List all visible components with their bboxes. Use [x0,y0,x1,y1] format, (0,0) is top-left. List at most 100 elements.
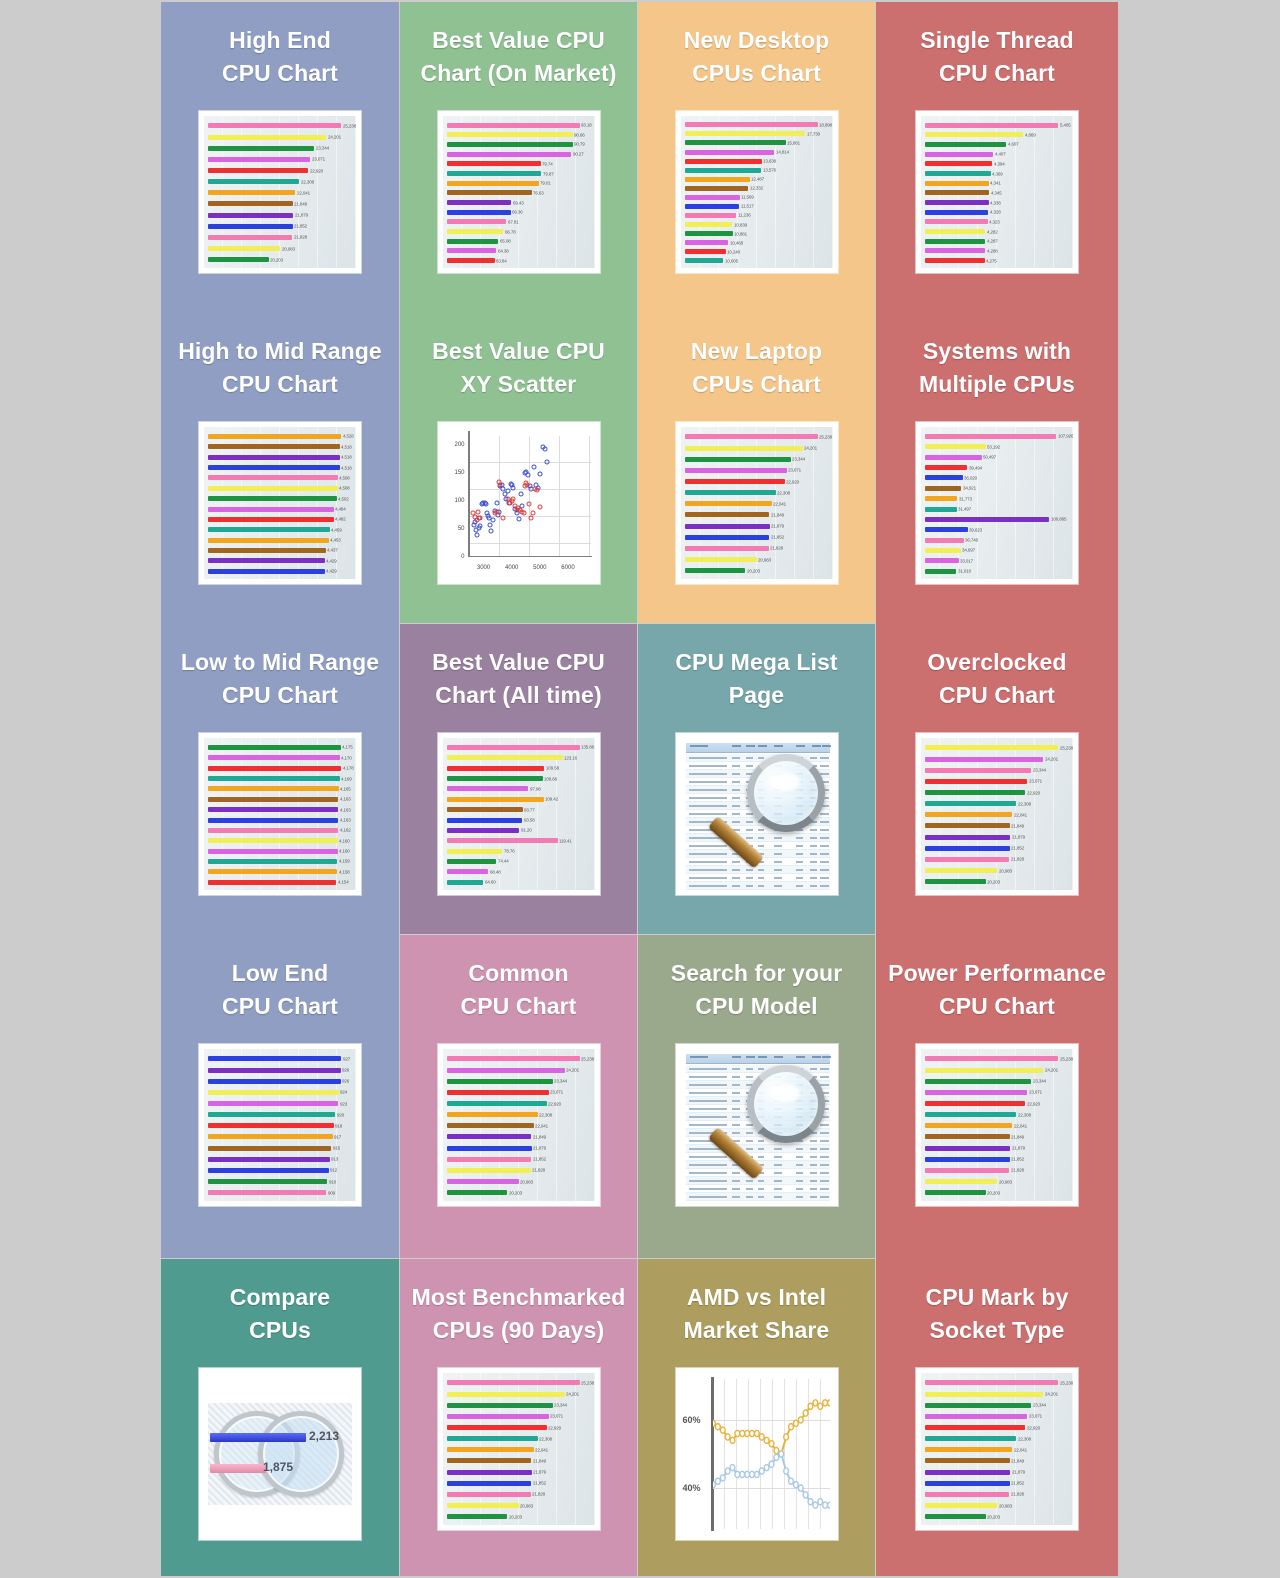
tile-thumbnail-frame[interactable] [675,1044,838,1207]
tile-thumbnail-frame[interactable]: 0 50 100 150 200 3000 4000 5000 6000 [437,422,600,585]
bar [446,1112,538,1118]
tile-thumbnail-frame[interactable]: 4,175 4,170 4,178 4,169 4,165 4,163 4,163 4,163… [199,733,361,896]
tile-search-for-your-cpu-model[interactable]: Search for your CPU Model [638,935,875,1258]
tile-thumbnail-frame[interactable]: 135.86 123.16 109.58 108.66 97.98 109.42 93.77… [437,733,600,896]
table-row [685,818,830,827]
scatter-point [542,446,548,452]
bar [925,1480,1010,1486]
tile-overclocked-cpu-chart[interactable]: Overclocked CPU Chart 25,238 24,201 23,344 2… [876,624,1118,934]
line-marker [798,1485,803,1491]
tile-thumbnail-frame[interactable]: 4,528 4,518 4,518 4,518 4,508 4,508 4,502 4,484… [199,422,361,585]
bar-value-label: 5,405 [1059,122,1071,128]
tile-power-performance-cpu-chart[interactable]: Power Performance CPU Chart 25,238 24,201 2… [876,935,1118,1258]
scatter-point [494,509,500,515]
bar [925,1458,1010,1464]
scatter-point [516,516,522,522]
bar-row: 22,920 [208,165,353,176]
bar [925,778,1028,784]
bar-row: 4,323 [925,217,1070,227]
tile-thumbnail [680,1049,833,1202]
tile-thumbnail-frame[interactable]: 927 926 926 924 923 920 918 917 915 913 912 910 909 [199,1044,361,1207]
bar [925,1156,1010,1162]
tile-thumbnail-frame[interactable]: 40% 60% [675,1368,838,1541]
tile-single-thread-cpu-chart[interactable]: Single Thread CPU Chart 5,405 4,869 4,607 4,… [876,2,1118,312]
bar-row: 22,041 [925,1120,1070,1131]
bar-row: 4,338 [925,198,1070,208]
tile-amd-vs-intel-market-share[interactable]: AMD vs Intel Market Share 40% 60% [638,1259,875,1576]
bar [925,180,989,186]
tile-most-benchmarked-cpus-90-days[interactable]: Most Benchmarked CPUs (90 Days) 25,238 24,… [400,1259,637,1576]
bar-row: 135.86 [446,742,594,752]
tile-title: Most Benchmarked CPUs (90 Days) [411,1284,626,1343]
line-y-tick-label: 60% [682,1415,701,1426]
tile-thumbnail-frame[interactable]: 25,238 24,201 23,344 23,071 22,920 22,308 22,0… [437,1044,600,1207]
table-row [685,802,830,811]
tile-thumbnail-frame[interactable]: 25,238 24,201 23,344 23,071 22,920 22,308 22,0… [916,733,1078,896]
bar-value-label: 4,158 [338,869,350,875]
line-marker [754,1472,759,1478]
tile-thumbnail-frame[interactable]: 25,238 24,201 23,344 23,071 22,920 22,308 22,0… [437,1368,600,1531]
tile-thumbnail: 25,238 24,201 23,344 23,071 22,920 22,308 22,0… [442,1049,595,1202]
tile-thumbnail-frame[interactable]: 18,898 17,730 15,881 14,814 13,638 13,576 12,4… [675,111,838,274]
tile-compare-cpus[interactable]: Compare CPUs 2,213 1,875 [161,1259,399,1576]
scatter-y-tick-label: 100 [454,498,465,505]
tile-thumbnail-frame[interactable]: 5,405 4,869 4,607 4,407 4,394 4,369 4,341 4,345… [916,111,1078,274]
bar-value-label: 4,282 [986,229,998,235]
bar-value-label: 22,308 [777,490,791,496]
line-marker [734,1431,739,1437]
tile-systems-with-multiple-cpus[interactable]: Systems with Multiple CPUs 107,926 53,192 5… [876,313,1118,623]
bar-value-label: 21,828 [1010,856,1024,862]
table-row [685,1065,830,1074]
line-marker [720,1475,725,1481]
line-marker [803,1410,808,1416]
bar-row: 36,020 [925,473,1070,483]
bar-value-label: 4,429 [326,558,337,564]
bar-value-label: 64.38 [497,248,509,254]
bar-row: 14,814 [684,148,830,157]
tile-common-cpu-chart[interactable]: Common CPU Chart 25,238 24,201 23,344 23,071… [400,935,637,1258]
tile-thumbnail-frame[interactable]: 25,238 24,201 23,344 23,071 22,920 22,308 22,0… [199,111,361,274]
bar-value-label: 4,165 [340,786,351,792]
tile-thumbnail-frame[interactable]: 2,213 1,875 [199,1368,361,1541]
tile-cpu-mark-by-socket-type[interactable]: CPU Mark by Socket Type 25,238 24,201 23,34… [876,1259,1118,1576]
bar [208,1134,333,1140]
tile-high-to-mid-range-cpu-chart[interactable]: High to Mid Range CPU Chart 4,528 4,518 4,5… [161,313,399,623]
bar-row: 4,158 [208,867,353,877]
bar-row: 21,849 [925,1131,1070,1142]
bar [925,516,1049,522]
bar-value-label: 4,502 [338,496,350,502]
bar [208,179,300,185]
bar-row: 109.58 [446,763,592,773]
scatter-point [530,510,536,516]
tile-thumbnail-frame[interactable]: 25,238 24,201 23,344 23,071 22,920 22,308 22,0… [675,422,838,585]
bar [925,568,957,574]
bar [684,557,757,563]
line-marker [798,1417,803,1423]
bar [925,229,986,235]
tile-thumbnail-frame[interactable]: 93.18 90.66 90.79 90.27 79.74 79.87 79.01 76.63… [437,111,600,274]
bar-value-label: 4,275 [986,258,997,264]
tile-thumbnail-frame[interactable] [675,733,838,896]
tile-thumbnail-frame[interactable]: 25,238 24,201 23,344 23,071 22,920 22,308 22,0… [916,1044,1078,1207]
tile-low-end-cpu-chart[interactable]: Low End CPU Chart 927 926 926 924 923 920 918 91… [161,935,399,1258]
tile-thumbnail: 927 926 926 924 923 920 918 917 915 913 912 910 909 [204,1049,356,1202]
line-marker [720,1427,725,1433]
bar-value-label: 91.20 [520,827,532,833]
bar [925,485,962,491]
table-row [685,762,830,771]
bar [446,848,503,854]
tile-best-value-cpu-xy-scatter[interactable]: Best Value CPU XY Scatter 0 50 100 150 200 300… [400,313,637,623]
bar-value-label: 10,005 [724,258,738,264]
tile-low-to-mid-range-cpu-chart[interactable]: Low to Mid Range CPU Chart 4,175 4,170 4,17… [161,624,399,934]
tile-new-laptop-cpus-chart[interactable]: New Laptop CPUs Chart 25,238 24,201 23,344 2… [638,313,875,623]
tile-thumbnail: 25,238 24,201 23,344 23,071 22,920 22,308 22,0… [680,427,833,580]
tile-new-desktop-cpus-chart[interactable]: New Desktop CPUs Chart 18,898 17,730 15,881… [638,2,875,312]
tile-high-end-cpu-chart[interactable]: High End CPU Chart 25,238 24,201 23,344 23,0… [161,2,399,312]
tile-cpu-mega-list-page[interactable]: CPU Mega List Page [638,624,875,934]
tile-thumbnail-frame[interactable]: 25,238 24,201 23,344 23,071 22,920 22,308 22,0… [916,1368,1078,1531]
tile-thumbnail: 4,528 4,518 4,518 4,518 4,508 4,508 4,502 4,484… [204,427,356,580]
tile-best-value-cpu-chart-all-time[interactable]: Best Value CPU Chart (All time) 135.86 123… [400,624,637,934]
bar-value-label: 926 [342,1078,350,1084]
tile-best-value-cpu-chart-on-market[interactable]: Best Value CPU Chart (On Market) 93.18 90.… [400,2,637,312]
tile-thumbnail-frame[interactable]: 107,926 53,192 50,497 39,494 36,020 34,921 31,… [916,422,1078,585]
